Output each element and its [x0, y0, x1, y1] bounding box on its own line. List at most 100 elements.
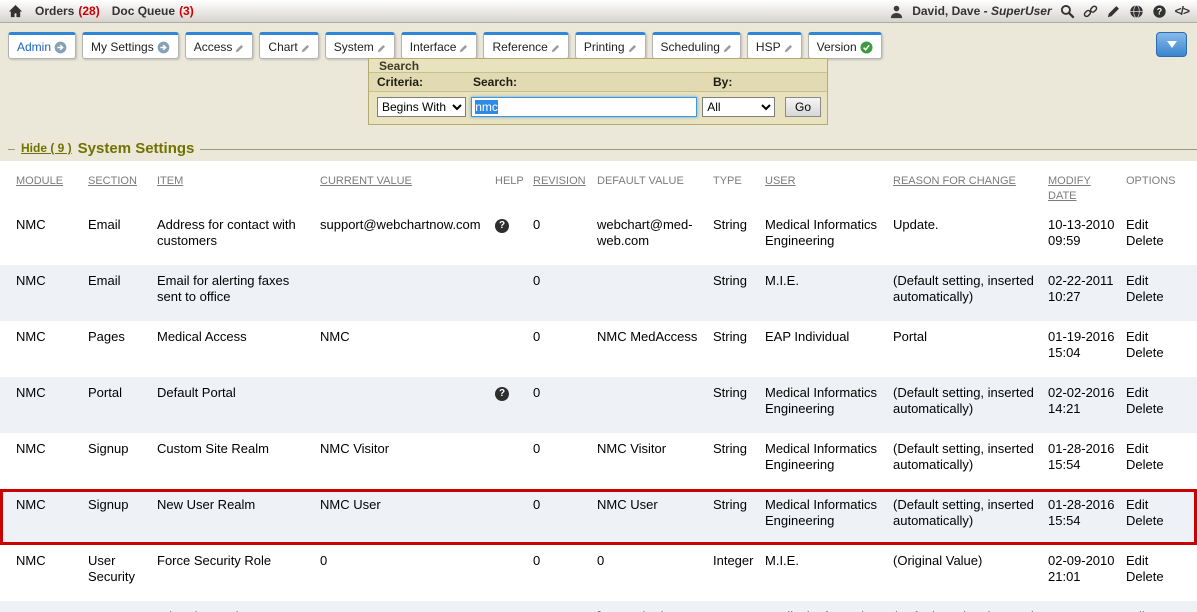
delete-link[interactable]: Delete [1126, 457, 1183, 473]
collapse-tabs-button[interactable] [1156, 32, 1187, 57]
cell-section: Pages [88, 321, 157, 377]
edit-link[interactable]: Edit [1126, 217, 1183, 233]
tab-label: Chart [268, 40, 297, 54]
orders-link[interactable]: Orders (28) [35, 4, 100, 18]
criteria-select[interactable]: Begins With [377, 97, 466, 117]
chevron-down-icon [1167, 41, 1177, 48]
edit-link[interactable]: Edit [1126, 441, 1183, 457]
go-button[interactable]: Go [785, 97, 821, 117]
cell-item: Custom Site Realm [157, 433, 320, 489]
cell-type [713, 601, 765, 612]
tab-access[interactable]: Access [185, 32, 254, 59]
cell-revision: 0 [533, 321, 597, 377]
table-row: NMCPortalDefault Portal?0StringMedical I… [0, 377, 1197, 433]
cell-reason: (Default setting, inserted automatically… [893, 489, 1048, 545]
tab-admin[interactable]: Admin [8, 32, 76, 59]
delete-link[interactable]: Delete [1126, 345, 1183, 361]
cell-help [495, 545, 533, 601]
hide-link[interactable]: Hide ( 9 ) [21, 141, 72, 155]
column-header-module[interactable]: MODULE [16, 174, 88, 204]
search-input[interactable]: nmc [471, 97, 697, 117]
cell-user: Medical Informatics Engineering [765, 489, 893, 545]
by-select[interactable]: All [702, 97, 775, 117]
pen-icon[interactable] [1106, 4, 1121, 19]
edit-link[interactable]: Edit [1126, 385, 1183, 401]
cell-section: Email [88, 209, 157, 265]
column-header-reason-for-change[interactable]: REASON FOR CHANGE [893, 174, 1048, 204]
cell-options: EditDelete [1126, 321, 1193, 377]
tab-version[interactable]: Version [808, 32, 882, 59]
tab-chart[interactable]: Chart [259, 32, 318, 59]
cell-help [495, 321, 533, 377]
tab-my-settings[interactable]: My Settings [82, 32, 179, 59]
column-header-item[interactable]: ITEM [157, 174, 320, 204]
column-header-default-value: DEFAULT VALUE [597, 174, 713, 204]
search-panel-labels: Criteria: Search: By: [369, 72, 827, 92]
cell-type: String [713, 433, 765, 489]
tab-label: My Settings [91, 40, 154, 54]
column-header-user[interactable]: USER [765, 174, 893, 204]
link-icon[interactable] [1083, 4, 1098, 19]
help-icon[interactable]: ? [1152, 4, 1167, 19]
tab-label: Interface [410, 40, 457, 54]
cell-section: Signup [88, 433, 157, 489]
delete-link[interactable]: Delete [1126, 513, 1183, 529]
column-header-revision[interactable]: REVISION [533, 174, 597, 204]
doc-queue-link[interactable]: Doc Queue (3) [112, 4, 194, 18]
tab-reference[interactable]: Reference [483, 32, 568, 59]
delete-link[interactable]: Delete [1126, 401, 1183, 417]
cell-revision: 0 [533, 545, 597, 601]
cell-reason: (Default setting, inserted automatically… [893, 433, 1048, 489]
cell-user: Medical Informatics Engineering [765, 377, 893, 433]
cell-revision: 0 [533, 433, 597, 489]
cell-type: String [713, 209, 765, 265]
cell-current-value: NMC [320, 321, 495, 377]
cell-reason: (Default setting, inserted automatically… [893, 377, 1048, 433]
cell-help [495, 489, 533, 545]
top-navigation-bar: Orders (28) Doc Queue (3) David, Dave - … [0, 0, 1197, 23]
cell-revision: 0 [533, 601, 597, 612]
cell-modify-date: 02-09-2010 21:01 [1048, 545, 1126, 601]
column-header-section[interactable]: SECTION [88, 174, 157, 204]
pencil-icon [628, 44, 637, 53]
column-header-modify-date[interactable]: MODIFY DATE [1048, 174, 1126, 204]
column-header-current-value[interactable]: CURRENT VALUE [320, 174, 495, 204]
search-panel-controls: Begins With nmc All Go [369, 92, 827, 124]
search-icon[interactable] [1060, 4, 1075, 19]
help-icon[interactable]: ? [495, 219, 509, 233]
settings-legend: Hide ( 9 ) System Settings [0, 138, 1197, 158]
cell-user: Medical Informatics Engineering [765, 433, 893, 489]
cell-revision: 0 [533, 377, 597, 433]
cell-section: Process [88, 601, 157, 612]
cell-item: Force Security Role [157, 545, 320, 601]
cell-revision: 0 [533, 209, 597, 265]
cell-item: Default Portal [157, 377, 320, 433]
edit-link[interactable]: Edit [1126, 553, 1183, 569]
delete-link[interactable]: Delete [1126, 569, 1183, 585]
delete-link[interactable]: Delete [1126, 233, 1183, 249]
column-header-options: OPTIONS [1126, 174, 1193, 204]
edit-link[interactable]: Edit [1126, 329, 1183, 345]
edit-link[interactable]: Edit [1126, 497, 1183, 513]
table-row: NMCSignupNew User RealmNMC User0NMC User… [0, 489, 1197, 545]
user-info: David, Dave - SuperUser [912, 4, 1051, 18]
pencil-icon [723, 44, 732, 53]
cell-modify-date: 02-02-2016 14:21 [1048, 377, 1126, 433]
tab-interface[interactable]: Interface [401, 32, 478, 59]
tab-label: Printing [584, 40, 625, 54]
home-icon[interactable] [8, 4, 23, 19]
cell-user: EAP Individual [765, 321, 893, 377]
cell-reason: Update. [893, 209, 1048, 265]
delete-link[interactable]: Delete [1126, 289, 1183, 305]
cell-section: Signup [88, 489, 157, 545]
tab-hsp[interactable]: HSP [747, 32, 802, 59]
tab-scheduling[interactable]: Scheduling [652, 32, 741, 59]
code-icon[interactable]: </> [1175, 4, 1189, 18]
tab-system[interactable]: System [325, 32, 395, 59]
edit-link[interactable]: Edit [1126, 273, 1183, 289]
cell-modify-date: 02-22-2011 10:27 [1048, 265, 1126, 321]
cell-section: Email [88, 265, 157, 321]
globe-icon[interactable] [1129, 4, 1144, 19]
help-icon[interactable]: ? [495, 387, 509, 401]
tab-printing[interactable]: Printing [575, 32, 646, 59]
